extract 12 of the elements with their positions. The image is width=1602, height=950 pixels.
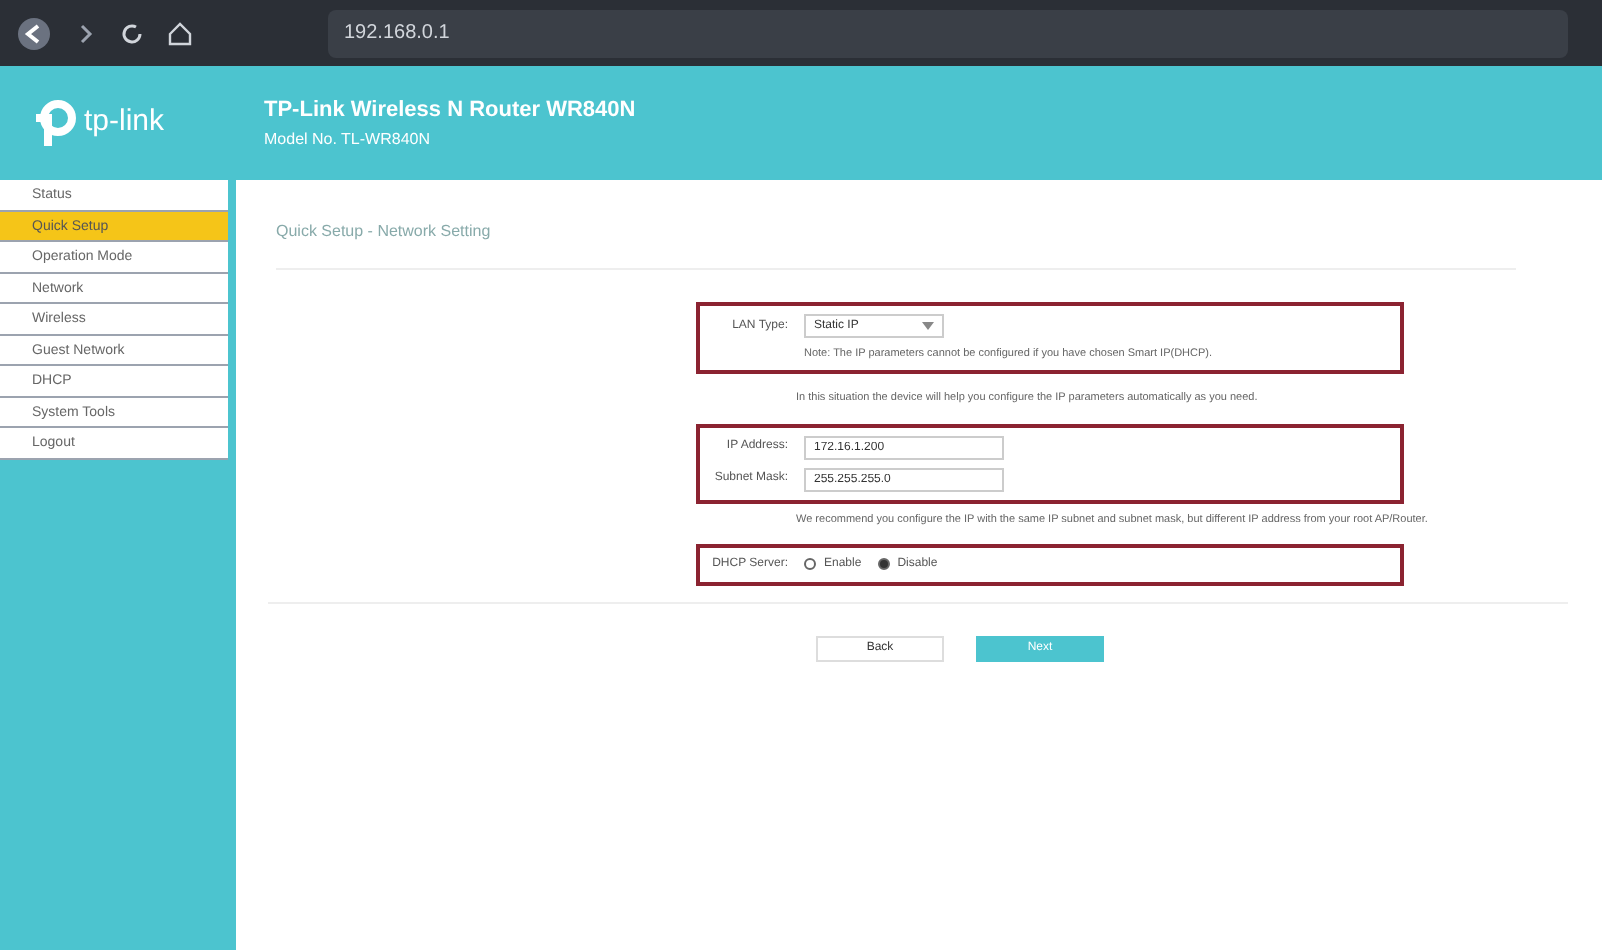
page-title: Quick Setup - Network Setting — [276, 220, 1516, 270]
home-icon[interactable] — [168, 21, 192, 45]
caret-icon — [922, 320, 934, 332]
logo-text: tp-link — [84, 102, 165, 143]
reload-icon[interactable] — [120, 21, 144, 45]
router-title: TP-Link Wireless N Router WR840N — [264, 96, 636, 127]
logo-icon — [32, 97, 76, 149]
address-bar[interactable]: 192.168.0.1 — [328, 9, 1568, 57]
url-text: 192.168.0.1 — [344, 20, 450, 48]
forward-icon[interactable] — [76, 21, 96, 45]
model-text: Model No. TL-WR840N — [264, 127, 432, 152]
back-icon[interactable] — [16, 15, 52, 51]
